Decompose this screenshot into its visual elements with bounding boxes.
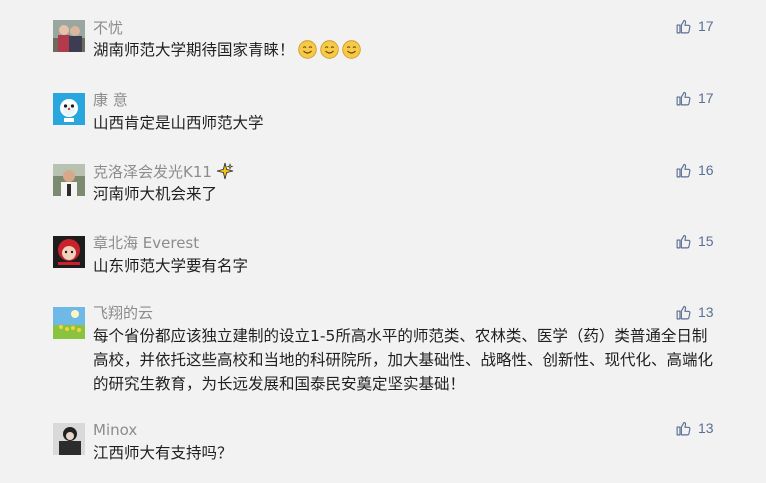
smile-emoji-icon: [297, 40, 317, 59]
avatar[interactable]: [53, 307, 85, 339]
like-button[interactable]: 17: [675, 88, 714, 108]
like-button[interactable]: 13: [675, 302, 714, 322]
thumbs-up-icon: [676, 91, 691, 105]
like-button[interactable]: 15: [675, 231, 714, 251]
sparkle-icon: [216, 162, 234, 184]
thumbs-up-icon: [676, 234, 691, 248]
comment-author[interactable]: 不忧: [93, 19, 123, 37]
comment-author[interactable]: 飞翔的云: [93, 304, 153, 322]
comment-text: 湖南师范大学期待国家青睐！: [93, 38, 713, 62]
like-button[interactable]: 16: [675, 160, 714, 180]
like-count: 15: [698, 233, 714, 249]
avatar[interactable]: [53, 423, 85, 455]
like-count: 17: [698, 90, 714, 106]
comment-author-name: 克洛泽会发光K11: [93, 163, 212, 181]
avatar[interactable]: [53, 164, 85, 196]
comment-text: 每个省份都应该独立建制的设立1-5所高水平的师范类、农林类、医学（药）类普通全日…: [93, 327, 714, 393]
like-count: 17: [698, 18, 714, 34]
comment-author[interactable]: 克洛泽会发光K11: [93, 162, 234, 184]
like-count: 13: [698, 420, 714, 436]
comment-text: 山东师范大学要有名字: [93, 257, 249, 275]
comment-author[interactable]: Minox: [93, 421, 137, 439]
avatar[interactable]: [53, 236, 85, 268]
comment-text-content: 湖南师范大学期待国家青睐！: [93, 41, 295, 59]
smile-emoji-icon: [319, 40, 339, 59]
comment-text: 山西肯定是山西师范大学: [93, 114, 264, 132]
comment-author[interactable]: 章北海 Everest: [93, 234, 199, 252]
like-button[interactable]: 13: [675, 418, 714, 438]
avatar[interactable]: [53, 20, 85, 52]
thumbs-up-icon: [676, 19, 691, 33]
thumbs-up-icon: [676, 421, 691, 435]
smile-emoji-icon: [341, 40, 361, 59]
like-count: 13: [698, 304, 714, 320]
comment-text: 河南师大机会来了: [93, 185, 218, 203]
comment-text: 江西师大有支持吗？: [93, 444, 233, 462]
like-count: 16: [698, 162, 714, 178]
comment-author[interactable]: 康 意: [93, 91, 128, 109]
thumbs-up-icon: [676, 305, 691, 319]
thumbs-up-icon: [676, 163, 691, 177]
avatar[interactable]: [53, 93, 85, 125]
like-button[interactable]: 17: [675, 16, 714, 36]
